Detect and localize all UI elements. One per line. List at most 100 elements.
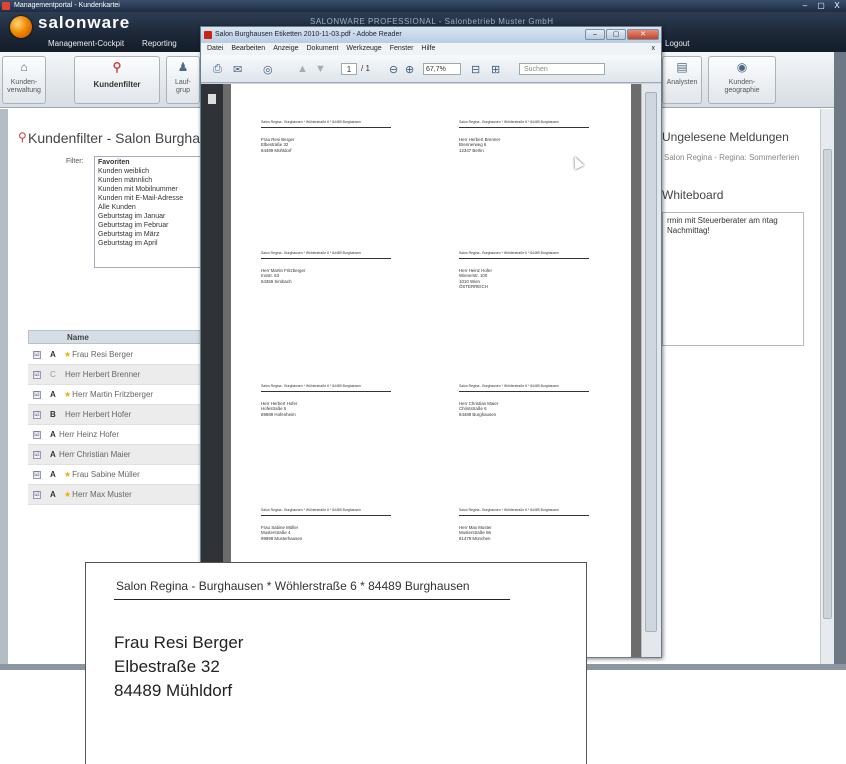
menu-bearbeiten[interactable]: Bearbeiten (231, 43, 265, 55)
nav-reporting[interactable]: Reporting (142, 39, 177, 51)
zoom-select[interactable]: 67,7% (423, 63, 461, 75)
reader-scrollbar-thumb[interactable] (645, 92, 657, 632)
address-label: Salon Regina - Burghausen * Wöhlerstraße… (459, 384, 589, 417)
fit-page-icon[interactable]: ⊟ (471, 63, 480, 76)
nav-management-cockpit[interactable]: Management-Cockpit (48, 39, 124, 51)
star-icon: ★ (64, 470, 72, 479)
menu-close[interactable]: x (652, 43, 656, 55)
row-checkbox[interactable]: ☑ (33, 471, 41, 479)
label-line: 81479 München (459, 535, 491, 541)
row-group: A (50, 390, 56, 399)
filter-icon: ⚲ (18, 130, 27, 144)
zoom-in-icon[interactable]: ⊕ (405, 63, 414, 76)
reader-minimize-button[interactable]: – (585, 29, 605, 40)
row-name: Frau Resi Berger (72, 350, 134, 359)
table-row[interactable]: ☑ C Herr Herbert Brenner (28, 365, 204, 385)
label-line: 84359 Simbach (261, 278, 292, 284)
kundengeographie-button[interactable]: ◉ Kunden- geographie (708, 56, 776, 104)
row-checkbox[interactable]: ☑ (33, 431, 41, 439)
row-group: A (50, 450, 56, 459)
row-name: Herr Herbert Brenner (65, 370, 141, 379)
star-icon: ★ (64, 490, 72, 499)
page-down-icon[interactable]: ▼ (315, 63, 326, 75)
kundenverwaltung-button[interactable]: ⌂ Kunden- verwaltung (2, 56, 46, 104)
menu-hilfe[interactable]: Hilfe (421, 43, 435, 55)
menu-anzeige[interactable]: Anzeige (273, 43, 298, 55)
table-header-name[interactable]: Name (28, 330, 204, 344)
table-row[interactable]: ☑ A Herr Christian Maier (28, 445, 204, 465)
table-row[interactable]: ☑ A ★Frau Sabine Müller (28, 465, 204, 485)
zoom-out-icon[interactable]: ⊖ (389, 63, 398, 76)
reader-scrollbar[interactable] (641, 84, 661, 657)
zoomed-address: Frau Resi Berger Elbestraße 32 84489 Müh… (114, 631, 243, 703)
row-checkbox[interactable]: ☑ (33, 351, 41, 359)
logo-icon (10, 16, 32, 38)
top-navigation: Management-Cockpit Reporting (48, 39, 177, 51)
open-icon[interactable]: ✉ (233, 63, 242, 76)
maximize-button[interactable]: ▢ (814, 1, 828, 11)
close-button[interactable]: X (830, 1, 844, 11)
row-group: A (50, 470, 56, 479)
table-row[interactable]: ☑ A ★Herr Martin Fritzberger (28, 385, 204, 405)
filter-option[interactable]: Geburtstag im Januar (98, 212, 200, 221)
search-input[interactable]: Suchen (519, 63, 605, 75)
print-icon[interactable]: ⎙ (213, 63, 222, 76)
filter-option[interactable]: Alle Kunden (98, 203, 200, 212)
filter-option[interactable]: Geburtstag im März (98, 230, 200, 239)
page-number-input[interactable]: 1 (341, 63, 357, 75)
filter-listbox[interactable]: Favoriten Kunden weiblich Kunden männlic… (94, 156, 204, 268)
row-checkbox[interactable]: ☑ (33, 491, 41, 499)
window-titlebar: Managementportal - Kundenkartei (0, 0, 846, 12)
menu-datei[interactable]: Datei (207, 43, 223, 55)
analysten-button[interactable]: ▤ Analysten (662, 56, 702, 104)
row-checkbox[interactable]: ☑ (33, 371, 41, 379)
table-row[interactable]: ☑ A Herr Heinz Hofer (28, 425, 204, 445)
row-name: Herr Heinz Hofer (59, 430, 120, 439)
row-name: Herr Herbert Hofer (65, 410, 132, 419)
reader-maximize-button[interactable]: ▢ (606, 29, 626, 40)
filter-option[interactable]: Geburtstag im Februar (98, 221, 200, 230)
table-row[interactable]: ☑ B Herr Herbert Hofer (28, 405, 204, 425)
menu-werkzeuge[interactable]: Werkzeuge (346, 43, 381, 55)
table-row[interactable]: ☑ A ★Herr Max Muster (28, 485, 204, 505)
label-sender: Salon Regina - Burghausen * Wöhlerstraße… (261, 251, 391, 259)
filter-option[interactable]: Kunden männlich (98, 176, 200, 185)
label-line: 89989 Hofenheim (261, 411, 296, 417)
row-checkbox[interactable]: ☑ (33, 391, 41, 399)
minimize-button[interactable]: – (798, 1, 812, 11)
page-up-icon[interactable]: ▲ (297, 63, 308, 75)
laufgruppen-button[interactable]: ♟ Lauf- grup (166, 56, 200, 104)
address-label: Salon Regina - Burghausen * Wöhlerstraße… (261, 508, 391, 541)
reader-toolbar: ⎙ ✉ ◎ ▲ ▼ 1 / 1 ⊖ ⊕ 67,7% ⊟ ⊞ Suchen (201, 55, 661, 83)
house-icon: ⌂ (20, 60, 28, 74)
row-name: Frau Sabine Müller (72, 470, 140, 479)
whiteboard-textarea[interactable]: rmin mit Steuerberater am ntag Nachmitta… (662, 212, 804, 346)
table-row[interactable]: ☑ A ★Frau Resi Berger (28, 345, 204, 365)
filter-option[interactable]: Geburtstag im April (98, 239, 200, 248)
row-group: B (50, 410, 56, 419)
row-checkbox[interactable]: ☑ (33, 411, 41, 419)
kundenfilter-title: Kundenfilter - Salon Burgha (28, 130, 200, 146)
pages-icon[interactable] (208, 94, 216, 104)
filter-option[interactable]: Kunden mit E-Mail-Adresse (98, 194, 200, 203)
row-checkbox[interactable]: ☑ (33, 451, 41, 459)
filter-option[interactable]: Kunden mit Mobilnummer (98, 185, 200, 194)
logout-link[interactable]: Logout (665, 39, 689, 48)
content-scrollbar[interactable] (820, 109, 834, 664)
message-item[interactable]: Salon Regina - Regina: Sommerferien (664, 153, 804, 163)
fit-width-icon[interactable]: ⊞ (491, 63, 500, 76)
kundenfilter-button[interactable]: ⚲ Kundenfilter (74, 56, 160, 104)
scrollbar-thumb[interactable] (823, 149, 832, 619)
row-name: Herr Christian Maier (59, 450, 131, 459)
chart-icon: ▤ (676, 60, 688, 74)
window-controls: – ▢ X (798, 1, 844, 11)
menu-fenster[interactable]: Fenster (390, 43, 414, 55)
filter-option[interactable]: Favoriten (98, 158, 200, 167)
share-icon[interactable]: ◎ (263, 63, 273, 76)
filter-option[interactable]: Kunden weiblich (98, 167, 200, 176)
kundengeographie-label: Kunden- geographie (724, 79, 760, 94)
menu-dokument[interactable]: Dokument (307, 43, 339, 55)
reader-close-button[interactable]: ✕ (627, 29, 659, 40)
pdf-icon (204, 31, 212, 39)
logo-text: salonware (38, 13, 131, 32)
